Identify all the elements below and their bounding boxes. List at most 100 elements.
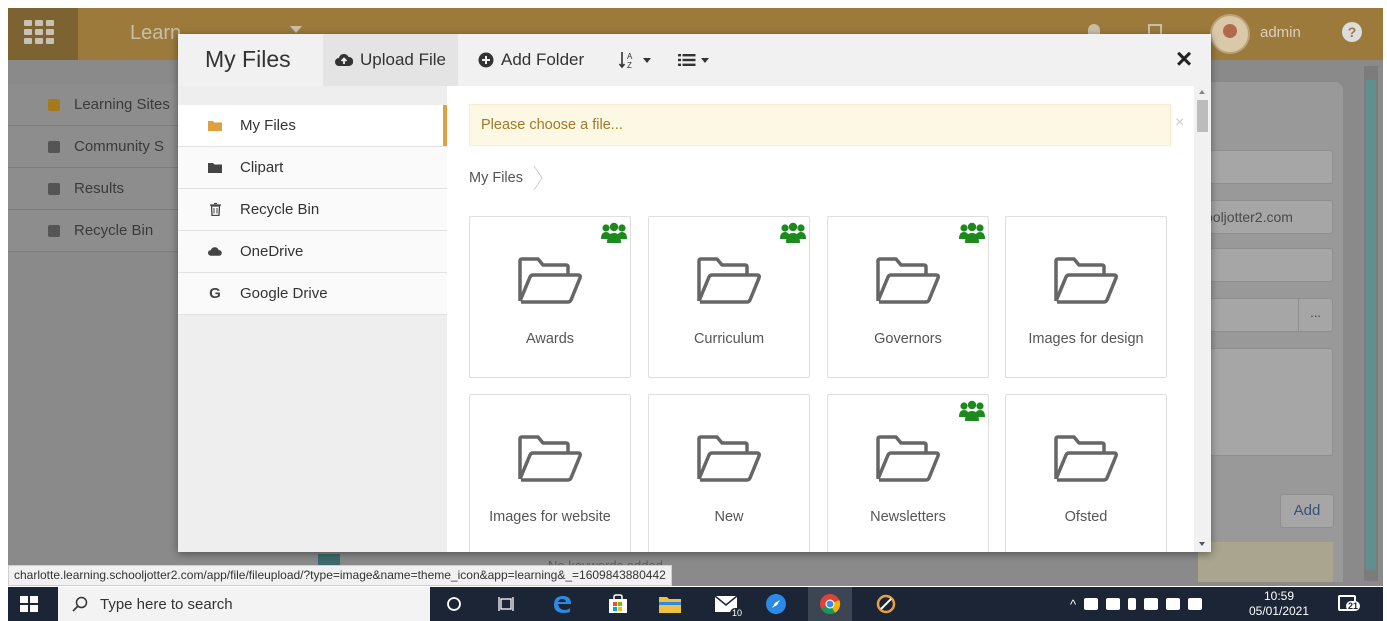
sidebar-item-my-files[interactable]: My Files xyxy=(178,105,447,147)
folder-tile-awards[interactable]: Awards xyxy=(469,216,631,378)
scroll-up-icon[interactable] xyxy=(1199,90,1205,94)
chevron-down-icon xyxy=(643,57,651,63)
view-mode-button[interactable] xyxy=(666,34,721,86)
volume-icon[interactable] xyxy=(1188,598,1203,610)
taskbar-search-box[interactable]: Type here to search xyxy=(58,587,430,621)
usb-icon[interactable] xyxy=(1128,598,1137,610)
folder-open-icon xyxy=(1054,257,1118,304)
folder-name: Awards xyxy=(525,331,575,347)
alert-close-button[interactable]: × xyxy=(1175,114,1184,132)
modal-sidebar: My Files Clipart Recycle Bin OneDrive G … xyxy=(178,86,447,552)
breadcrumb-item[interactable]: My Files xyxy=(469,170,523,186)
grid-icon xyxy=(24,20,54,44)
folder-tile-ofsted[interactable]: Ofsted xyxy=(1005,394,1167,552)
wifi-icon[interactable] xyxy=(1166,598,1181,610)
folder-open-icon xyxy=(876,435,940,482)
google-icon: G xyxy=(209,285,221,302)
form-field[interactable] xyxy=(1198,248,1333,282)
taskbar-clock[interactable]: 10:59 05/01/2021 xyxy=(1246,589,1312,619)
users-icon xyxy=(601,222,627,243)
sidebar-item-label: Community S xyxy=(74,138,165,155)
file-picker-modal: My Files Upload File Add Folder A Z × My… xyxy=(178,34,1211,552)
user-name[interactable]: admin xyxy=(1260,24,1301,41)
onedrive-icon[interactable] xyxy=(1106,598,1121,610)
trash-icon xyxy=(48,224,60,237)
windows-start-icon[interactable] xyxy=(20,596,38,612)
help-icon[interactable]: ? xyxy=(1342,22,1362,42)
sidebar-item-clipart[interactable]: Clipart xyxy=(178,147,447,189)
chevron-up-icon[interactable]: ^ xyxy=(1070,597,1076,612)
clock-date: 05/01/2021 xyxy=(1248,604,1310,618)
form-field[interactable] xyxy=(1198,150,1333,184)
task-view-icon[interactable] xyxy=(484,587,528,621)
battery-icon[interactable] xyxy=(1144,598,1159,610)
folder-name: New xyxy=(714,509,744,525)
scrollbar-thumb[interactable] xyxy=(1197,100,1208,132)
folder-tile-new[interactable]: New xyxy=(648,394,810,552)
safari-icon[interactable] xyxy=(754,587,798,621)
folder-name: Images for website xyxy=(489,509,611,525)
folder-name: Governors xyxy=(874,331,942,347)
chrome-icon[interactable] xyxy=(808,587,852,621)
add-button[interactable]: Add xyxy=(1280,494,1334,528)
add-folder-button[interactable]: Add Folder xyxy=(466,34,596,86)
folder-tile-curriculum[interactable]: Curriculum xyxy=(648,216,810,378)
cloud-icon xyxy=(208,247,222,256)
mail-icon[interactable]: 10 xyxy=(704,587,748,621)
folder-open-icon xyxy=(697,435,761,482)
page-scrollbar[interactable] xyxy=(1364,66,1378,581)
tray-app-icon[interactable] xyxy=(1084,598,1099,610)
windows-taskbar: Type here to search 10 ^ 10:59 05/01/202… xyxy=(8,587,1383,621)
file-explorer-icon[interactable] xyxy=(648,587,692,621)
upload-file-label: Upload File xyxy=(360,50,446,69)
users-icon xyxy=(780,222,806,243)
textarea-field[interactable] xyxy=(1198,348,1333,456)
users-icon xyxy=(959,400,985,421)
sidebar-item-label: Google Drive xyxy=(240,285,328,302)
sidebar-item-label: Results xyxy=(74,180,125,197)
svg-text:A: A xyxy=(627,52,633,61)
avatar[interactable] xyxy=(1210,14,1250,54)
file-browser-scrollbar[interactable] xyxy=(1194,86,1211,552)
folder-tile-governors[interactable]: Governors xyxy=(827,216,989,378)
upload-file-button[interactable]: Upload File xyxy=(323,34,458,86)
email-field[interactable]: ooljotter2.com xyxy=(1198,200,1333,234)
file-browser: Please choose a file... × My Files Award… xyxy=(447,86,1211,552)
modal-header: My Files Upload File Add Folder A Z × xyxy=(178,34,1211,86)
learn-tab[interactable]: Learn xyxy=(130,22,181,45)
book-icon xyxy=(48,98,60,111)
scroll-down-icon[interactable] xyxy=(1199,542,1205,546)
folder-name: Images for design xyxy=(1028,331,1144,347)
status-bar-url: charlotte.learning.schooljotter2.com/app… xyxy=(8,565,672,586)
close-button[interactable]: × xyxy=(1170,45,1198,74)
folder-icon xyxy=(208,120,222,131)
store-icon[interactable] xyxy=(596,587,640,621)
app-grid-button[interactable] xyxy=(8,8,78,60)
list-icon xyxy=(678,54,696,66)
folder-name: Curriculum xyxy=(693,331,765,347)
sidebar-item-label: OneDrive xyxy=(240,243,304,260)
system-tray: ^ xyxy=(1070,587,1203,621)
bar-chart-icon xyxy=(48,182,60,195)
folder-open-icon xyxy=(1054,435,1118,482)
sidebar-item-google-drive[interactable]: G Google Drive xyxy=(178,273,447,315)
cortana-icon[interactable] xyxy=(432,587,476,621)
app-icon[interactable] xyxy=(864,587,908,621)
choose-file-alert: Please choose a file... xyxy=(469,104,1171,146)
folder-tile-images-for-website[interactable]: Images for website xyxy=(469,394,631,552)
folder-open-icon xyxy=(697,257,761,304)
sort-alpha-icon: A Z xyxy=(618,52,633,70)
folder-tile-images-for-design[interactable]: Images for design xyxy=(1005,216,1167,378)
sidebar-item-label: Recycle Bin xyxy=(74,222,154,239)
edge-browser-icon[interactable] xyxy=(540,587,584,621)
folder-tile-newsletters[interactable]: Newsletters xyxy=(827,394,989,552)
more-button[interactable]: ... xyxy=(1298,298,1332,332)
background-form-panel: ooljotter2.com ... Add xyxy=(1198,82,1343,582)
search-placeholder: Type here to search xyxy=(100,595,233,613)
folder-open-icon xyxy=(518,435,582,482)
chevron-down-icon[interactable] xyxy=(290,26,302,33)
sort-button[interactable]: A Z xyxy=(606,34,663,86)
sidebar-item-recycle-bin[interactable]: Recycle Bin xyxy=(178,189,447,231)
sidebar-item-onedrive[interactable]: OneDrive xyxy=(178,231,447,273)
folder-open-icon xyxy=(518,257,582,304)
